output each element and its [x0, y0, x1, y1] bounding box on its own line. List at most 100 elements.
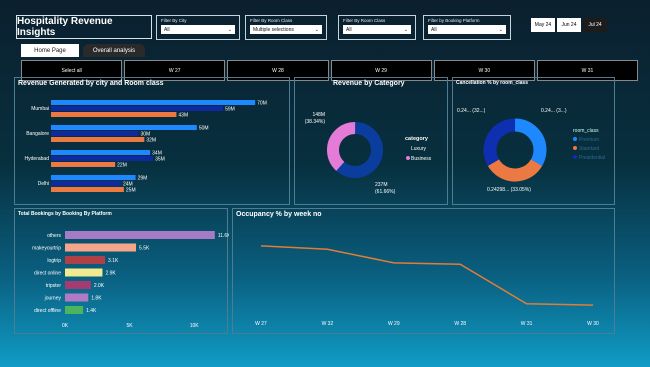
month-jul[interactable]: Jul 24 — [583, 18, 607, 32]
filter-room-class-1-select[interactable]: Multiple selections ⌄ — [250, 25, 322, 34]
booking-label: journey — [44, 296, 62, 302]
cancellation-label-1: 0.24... (32...) — [457, 108, 486, 114]
booking-label: others — [47, 233, 61, 239]
city-bar-label: 59M — [225, 107, 235, 113]
category-pct-luxury: (61.66%) — [375, 189, 396, 195]
booking-label: makeyourtrip — [32, 246, 61, 252]
occupancy-panel: Occupancy % by week no W 27 W 32 W 29 W 28 W… — [232, 208, 615, 334]
chevron-down-icon: ⌄ — [227, 26, 232, 33]
filter-room-class-2-value: All — [346, 26, 352, 33]
cancellation-legend-marker — [573, 146, 577, 150]
city-bar-label: 35M — [155, 157, 165, 163]
filter-city-select[interactable]: All ⌄ — [161, 25, 235, 34]
month-jun[interactable]: Jun 24 — [557, 18, 581, 32]
revenue-category-chart: 148M(38.34%) 237M(61.66%) category Luxury Bu… — [305, 112, 432, 195]
category-pct-business: (38.34%) — [305, 119, 326, 125]
city-label: Bangalore — [26, 131, 49, 137]
filter-platform[interactable]: Filter by Booking Platform All ⌄ — [423, 15, 511, 40]
occupancy-line — [260, 245, 594, 306]
bookings-title: Total Bookings by Booking By Platform — [18, 211, 112, 217]
cancellation-label-2: 0.24... (3...) — [541, 108, 567, 114]
filter-room-class-2-select[interactable]: All ⌄ — [343, 25, 411, 34]
filter-room-class-2-label: Filter By Room Class — [343, 18, 386, 23]
city-bar — [51, 175, 136, 180]
occupancy-xtick: W 31 — [521, 321, 533, 327]
booking-label: tripster — [46, 283, 62, 289]
occupancy-xtick: W 30 — [587, 321, 599, 327]
city-label: Delhi — [38, 181, 49, 187]
dashboard: Hospitality Revenue Insights Filter By C… — [6, 6, 644, 361]
booking-xtick: 5K — [127, 323, 134, 329]
city-bar — [51, 150, 151, 155]
city-bar-label: 32M — [146, 138, 156, 144]
bookings-panel: Total Bookings by Booking By Platform ot… — [14, 208, 231, 334]
occupancy-xtick: W 28 — [454, 321, 466, 327]
booking-bar — [65, 281, 91, 289]
chevron-down-icon: ⌄ — [498, 26, 503, 33]
cancellation-label-3: 0.24298... (33.05%) — [487, 187, 531, 193]
booking-bar — [65, 256, 106, 264]
booking-bar-label: 5.5K — [139, 246, 150, 252]
booking-bar-label: 11.6K — [218, 233, 229, 239]
city-label: Hyderabad — [25, 156, 50, 162]
booking-bar-label: 1.8K — [91, 296, 102, 302]
filter-city-label: Filter By City — [161, 18, 187, 23]
filter-platform-label: Filter by Booking Platform — [428, 18, 480, 23]
category-legend-luxury: Luxury — [411, 146, 427, 152]
revenue-category-title: Revenue by Category — [333, 80, 405, 87]
category-legend-business: Business — [411, 156, 432, 162]
app-title: Hospitality Revenue Insights — [16, 15, 152, 39]
category-label-luxury: 237M — [375, 182, 388, 188]
occupancy-xtick: W 29 — [388, 321, 400, 327]
city-bar-label: 29M — [138, 176, 148, 182]
booking-bar — [65, 243, 137, 252]
cancellation-panel: Cancellation % by room_class 0.24... (32… — [452, 77, 615, 205]
month-may[interactable]: May 24 — [531, 18, 555, 32]
occupancy-xtick: W 32 — [322, 321, 334, 327]
bookings-chart: others 11.6K makeyourtrip 5.5K logtrip 3.1K di… — [32, 231, 231, 329]
booking-bar — [65, 293, 89, 302]
city-bar-label: 43M — [178, 113, 188, 119]
city-bar — [51, 125, 197, 130]
chevron-down-icon: ⌄ — [403, 26, 408, 33]
revenue-city-panel: Revenue Generated by city and Room class… — [14, 77, 290, 205]
city-bar-label: 22M — [117, 163, 127, 169]
filter-room-class-1-value: Multiple selections — [253, 26, 294, 33]
category-label-business: 148M — [312, 112, 325, 118]
city-bar — [51, 100, 256, 105]
tab-home[interactable]: Home Page — [21, 44, 79, 57]
booking-bar — [65, 231, 215, 239]
booking-bar-label: 1.4K — [86, 308, 97, 314]
booking-label: direct offline — [34, 308, 61, 314]
filter-room-class-2[interactable]: Filter By Room Class All ⌄ — [338, 15, 416, 40]
booking-xtick: 10K — [190, 323, 200, 329]
revenue-category-panel: Revenue by Category 148M (38.34%) 237M (61.… — [294, 77, 448, 205]
city-bar — [51, 162, 116, 167]
cancellation-legend-label: Premium — [579, 137, 599, 143]
filter-room-class-1-label: Filter By Room Class — [250, 18, 293, 23]
city-bar — [51, 181, 121, 186]
city-bar — [51, 137, 145, 142]
filter-platform-select[interactable]: All ⌄ — [428, 25, 506, 34]
booking-label: direct online — [34, 271, 61, 277]
booking-bar-label: 3.1K — [108, 258, 119, 264]
city-bar — [51, 112, 177, 117]
cancellation-legend-marker — [573, 155, 577, 159]
occupancy-xtick: W 27 — [255, 321, 267, 327]
city-bar — [51, 106, 224, 111]
category-legend-marker — [406, 156, 410, 160]
city-bar-label: 50M — [199, 126, 209, 132]
city-bar — [51, 131, 139, 136]
filter-platform-value: All — [431, 26, 437, 33]
cancellation-title: Cancellation % by room_class — [456, 80, 528, 86]
category-legend-title: category — [405, 136, 429, 142]
city-label: Mumbai — [31, 106, 49, 112]
cancellation-chart: 0.24... (32...) 0.24... (3...) 0.24298... … — [457, 108, 605, 193]
filter-city[interactable]: Filter By City All ⌄ — [156, 15, 240, 40]
filter-room-class-1[interactable]: Filter By Room Class Multiple selections… — [245, 15, 327, 40]
booking-bar-label: 2.0K — [94, 283, 105, 289]
revenue-city-title: Revenue Generated by city and Room class — [18, 80, 164, 87]
month-slicer: May 24 Jun 24 Jul 24 — [531, 18, 607, 32]
tab-overall[interactable]: Overall analysis — [83, 44, 145, 57]
booking-label: logtrip — [47, 258, 61, 264]
